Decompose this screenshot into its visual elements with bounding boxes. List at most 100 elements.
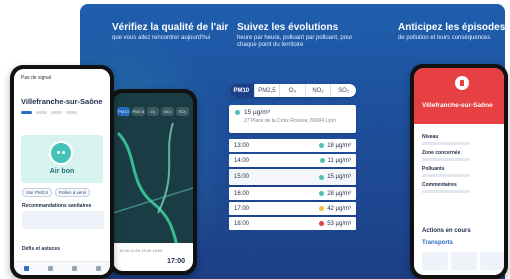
level-dot-icon (235, 110, 240, 115)
map-tab-o3[interactable]: O₃ (146, 107, 160, 116)
home-tabs (21, 111, 103, 114)
recommendations-body[interactable] (22, 211, 104, 229)
feature-check-air: Vérifiez la qualité de l'air que vous al… (112, 22, 228, 42)
tab-o3[interactable]: O₃ (280, 84, 306, 97)
bottom-nav (14, 261, 110, 275)
feature-title: Suivez les évolutions (237, 22, 339, 33)
location-card[interactable]: 15 µg/m³ 27 Place de la Croix-Rousse, 69… (229, 105, 356, 133)
level-dot-icon (319, 158, 325, 163)
map-timeline[interactable]: 10:00 12:00 15:00 18:00 17:00 (113, 243, 193, 271)
hour-value: 28 µg/m³ (319, 191, 351, 197)
home-tab[interactable] (36, 111, 47, 114)
episode-screen: Villefranche-sur-Saône Niveau Zone conce… (414, 68, 504, 275)
hour-value: 11 µg/m³ (319, 157, 351, 164)
info-value (422, 142, 470, 145)
hour-value-text: 15 µg/m³ (327, 174, 351, 180)
actions-title: Actions en cours (422, 228, 471, 234)
hourly-list: 13:00 18 µg/m³ 14:00 11 µg/m³ 15:00 15 µ… (229, 139, 356, 230)
pollutant-tabs: PM10 PM2,5 O₃ NO₂ SO₂ (229, 84, 356, 97)
feature-subtitle: de pollution et leurs conséquences (398, 35, 491, 41)
chip[interactable]: Pollen à venir (55, 188, 91, 197)
episode-info: Niveau Zone concernée Polluants Commenta… (414, 124, 504, 198)
map-tab-pm25[interactable]: PM2,5 (131, 107, 145, 116)
feature-title: Vérifiez la qualité de l'air (112, 22, 229, 33)
hourly-row[interactable]: 17:00 42 µg/m³ (229, 202, 356, 215)
recommendations-title: Recommandations sanitaires (22, 203, 92, 209)
info-label: Polluants (422, 166, 445, 172)
hourly-row[interactable]: 14:00 11 µg/m³ (229, 154, 356, 167)
level-dot-icon (319, 221, 325, 226)
happy-face-icon (49, 141, 73, 165)
hour: 14:00 (234, 157, 250, 164)
air-quality-card: PM10 PM2,5 O₃ NO₂ SO₂ 15 µg/m³ 27 Place … (229, 84, 356, 254)
home-tab[interactable] (21, 111, 32, 114)
level-dot-icon (319, 174, 325, 180)
phone-episode: Villefranche-sur-Saône Niveau Zone conce… (410, 64, 508, 279)
home-tab[interactable] (51, 111, 62, 114)
chips: Voir PM2,5 Pollen à venir (22, 188, 91, 197)
hour-value: 42 µg/m³ (319, 206, 351, 212)
tab-pm25[interactable]: PM2,5 (255, 84, 281, 97)
phone-home: Pas de signal Villefranche-sur-Saône Air… (10, 65, 114, 279)
settings-nav-icon[interactable] (95, 266, 101, 271)
defis-title[interactable]: Défis et astuces (22, 246, 60, 252)
feature-follow-evolution: Suivez les évolutions heure par heure, p… (237, 22, 357, 49)
level-dot-icon (319, 206, 325, 211)
hour: 17:00 (234, 205, 250, 212)
home-nav-icon[interactable] (23, 266, 29, 271)
hourly-row[interactable]: 13:00 18 µg/m³ (229, 139, 356, 152)
level-dot-icon (319, 143, 325, 148)
hour-value-text: 28 µg/m³ (327, 190, 351, 197)
info-label: Commentaires (422, 182, 457, 188)
status-bar: Pas de signal (21, 75, 52, 81)
hour-value-text: 18 µg/m³ (327, 142, 351, 149)
air-index-hero: Air bon (21, 135, 103, 183)
map-tab-so2[interactable]: SO₂ (176, 107, 189, 116)
feature-title: Anticipez les épisodes (398, 22, 506, 33)
action-card[interactable] (451, 252, 477, 270)
action-cards (422, 252, 504, 270)
alert-flag-icon (455, 76, 469, 90)
hour-value-text: 42 µg/m³ (327, 205, 351, 212)
hourly-row[interactable]: 16:00 28 µg/m³ (229, 187, 356, 200)
hour: 16:00 (234, 190, 250, 197)
tab-no2[interactable]: NO₂ (306, 84, 332, 97)
info-value (422, 190, 470, 193)
hour: 13:00 (234, 142, 250, 149)
map-nav-icon[interactable] (47, 266, 53, 271)
home-screen: Pas de signal Villefranche-sur-Saône Air… (14, 69, 110, 275)
info-label: Zone concernée (422, 150, 461, 156)
tab-pm10[interactable]: PM10 (229, 84, 255, 97)
chip[interactable]: Voir PM2,5 (22, 188, 53, 197)
timeline-time: 17:00 (167, 258, 185, 265)
episode-city: Villefranche-sur-Saône (422, 102, 493, 109)
info-value (422, 174, 470, 177)
map-tab-no2[interactable]: NO₂ (161, 107, 175, 116)
map-pollutant-tabs: PM10 PM2,5 O₃ NO₂ SO₂ (117, 107, 189, 116)
location-value: 15 µg/m³ (244, 109, 270, 116)
feature-subtitle: heure par heure, polluant par polluant, … (237, 35, 353, 48)
map-tab-pm10[interactable]: PM10 (117, 107, 130, 116)
timeline-ticks: 10:00 12:00 15:00 18:00 (119, 248, 163, 253)
air-index-label: Air bon (49, 168, 75, 175)
hourly-row[interactable]: 18:00 53 µg/m³ (229, 217, 356, 230)
hour: 18:00 (234, 220, 250, 227)
action-card[interactable] (422, 252, 448, 270)
alert-nav-icon[interactable] (71, 266, 77, 271)
phone-map: PM10 PM2,5 O₃ NO₂ SO₂ 10:00 12:00 15:00 … (109, 89, 197, 275)
home-tab[interactable] (66, 111, 77, 114)
info-value (422, 158, 470, 161)
map-screen[interactable]: PM10 PM2,5 O₃ NO₂ SO₂ 10:00 12:00 15:00 … (113, 93, 193, 271)
city-title[interactable]: Villefranche-sur-Saône (21, 97, 103, 106)
hour-value-text: 11 µg/m³ (327, 157, 351, 164)
transport-link[interactable]: Transports (422, 240, 453, 246)
hourly-row-selected[interactable]: 15:00 15 µg/m³ (229, 169, 356, 185)
location-value-row: 15 µg/m³ (235, 109, 350, 116)
hour: 15:00 (234, 174, 250, 180)
tab-so2[interactable]: SO₂ (331, 84, 356, 97)
action-card[interactable] (480, 252, 504, 270)
hour-value: 18 µg/m³ (319, 143, 351, 149)
stage: Vérifiez la qualité de l'air que vous al… (0, 0, 510, 279)
info-label: Niveau (422, 134, 439, 140)
level-dot-icon (319, 191, 325, 196)
